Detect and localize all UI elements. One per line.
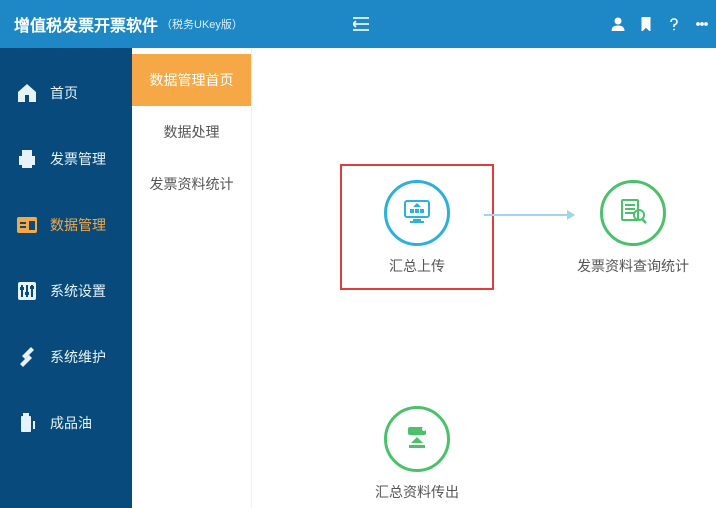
more-icon[interactable]: [688, 10, 716, 38]
submenu-item-data-stats[interactable]: 发票资料统计: [132, 158, 251, 210]
card-summary-upload[interactable]: 汇总上传: [352, 180, 482, 276]
document-search-icon: [615, 193, 651, 234]
app-title: 增值税发票开票软件: [0, 12, 158, 36]
submenu: 数据管理首页 数据处理 发票资料统计: [132, 48, 252, 508]
main-content: 汇总上传 发票资料查询统计: [252, 48, 716, 508]
card-summary-export[interactable]: 汇总资料传出: [352, 406, 482, 502]
submenu-item-data-proc[interactable]: 数据处理: [132, 106, 251, 158]
card-invoice-query[interactable]: 发票资料查询统计: [568, 180, 698, 276]
user-icon[interactable]: [604, 10, 632, 38]
sidebar-item-label: 系统维护: [50, 347, 106, 367]
title-bar: 增值税发票开票软件 （税务UKey版）: [0, 0, 716, 48]
printer-icon: [14, 146, 40, 172]
sidebar-item-maint[interactable]: 系统维护: [0, 324, 132, 390]
card-label: 汇总资料传出: [352, 482, 482, 502]
sidebar-item-label: 发票管理: [50, 149, 106, 169]
sidebar-item-invoice[interactable]: 发票管理: [0, 126, 132, 192]
sidebar-item-data[interactable]: 数据管理: [0, 192, 132, 258]
card-label: 发票资料查询统计: [568, 256, 698, 276]
export-icon: [399, 419, 435, 460]
sidebar-item-label: 系统设置: [50, 281, 106, 301]
sidebar-item-home[interactable]: 首页: [0, 60, 132, 126]
sidebar: 首页 发票管理 数据管理 系统设置 系统维护: [0, 48, 132, 508]
sidebar-item-label: 数据管理: [50, 215, 106, 235]
oil-icon: [14, 410, 40, 436]
upload-monitor-icon: [399, 193, 435, 234]
help-icon[interactable]: [660, 10, 688, 38]
sidebar-toggle-button[interactable]: [347, 10, 375, 38]
sidebar-item-settings[interactable]: 系统设置: [0, 258, 132, 324]
data-icon: [14, 212, 40, 238]
bookmark-icon[interactable]: [632, 10, 660, 38]
card-label: 汇总上传: [352, 256, 482, 276]
sidebar-item-label: 成品油: [50, 413, 92, 433]
home-icon: [14, 80, 40, 106]
flow-arrow: [484, 214, 574, 216]
sidebar-item-label: 首页: [50, 83, 78, 103]
app-subtitle: （税务UKey版）: [161, 16, 243, 32]
tools-icon: [14, 344, 40, 370]
sliders-icon: [14, 278, 40, 304]
submenu-item-data-home[interactable]: 数据管理首页: [132, 54, 251, 106]
sidebar-item-oil[interactable]: 成品油: [0, 390, 132, 456]
